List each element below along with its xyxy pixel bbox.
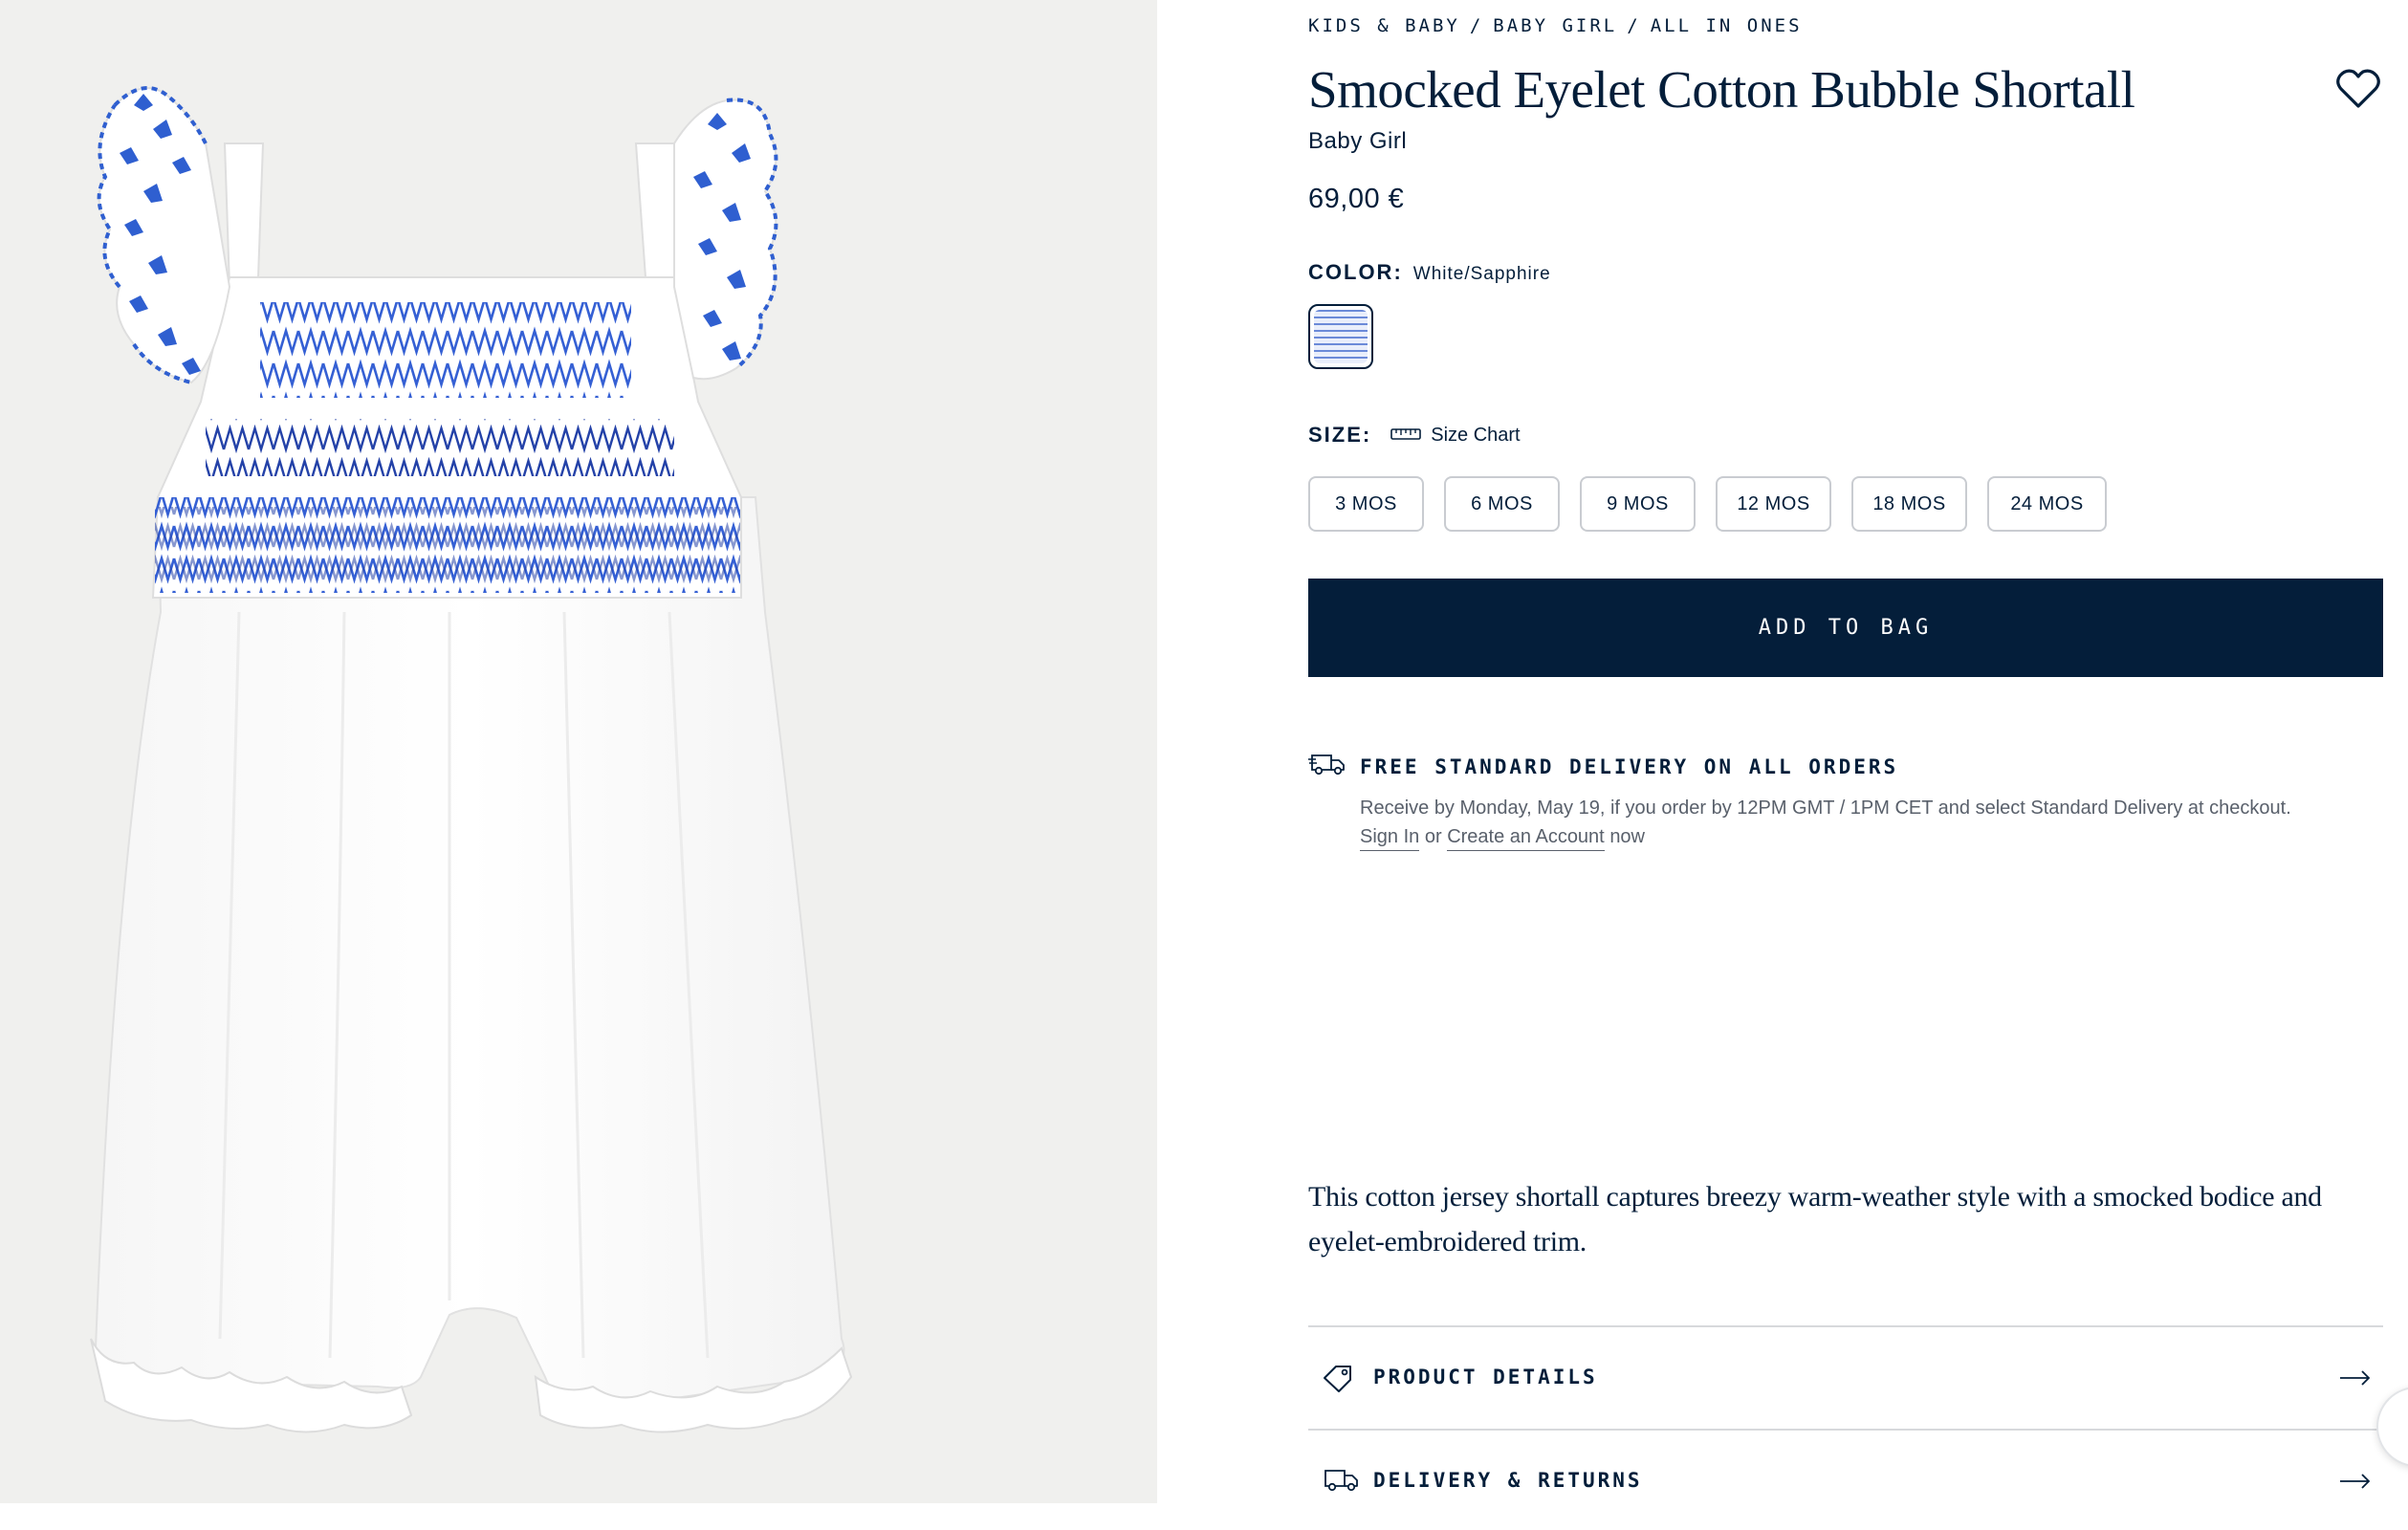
breadcrumb-item-kids-baby[interactable]: KIDS & BABY bbox=[1308, 15, 1460, 36]
size-chart-link[interactable]: Size Chart bbox=[1390, 424, 1521, 447]
size-option-12-mos[interactable]: 12 MOS bbox=[1716, 476, 1831, 532]
accordion-product-details[interactable]: PRODUCT DETAILS bbox=[1308, 1325, 2383, 1427]
tag-icon bbox=[1322, 1364, 1354, 1397]
add-to-bag-button[interactable]: ADD TO BAG bbox=[1308, 579, 2383, 677]
accordion-delivery-returns[interactable]: DELIVERY & RETURNS bbox=[1308, 1429, 2383, 1530]
wishlist-heart-icon[interactable] bbox=[2336, 69, 2380, 109]
breadcrumb: KIDS & BABY / BABY GIRL / ALL IN ONES bbox=[1308, 15, 1803, 36]
create-account-link[interactable]: Create an Account bbox=[1447, 826, 1605, 851]
size-chart-label: Size Chart bbox=[1431, 424, 1521, 446]
arrow-right-icon bbox=[2339, 1473, 2372, 1495]
ruler-icon bbox=[1390, 425, 1422, 447]
product-image[interactable] bbox=[0, 0, 1157, 1503]
breadcrumb-separator: / bbox=[1627, 15, 1641, 36]
delivery-truck-icon bbox=[1322, 1467, 1360, 1498]
color-label: COLOR: bbox=[1308, 260, 1403, 284]
size-selector-header: SIZE: Size Chart bbox=[1308, 423, 1521, 448]
breadcrumb-item-all-in-ones[interactable]: ALL IN ONES bbox=[1651, 15, 1803, 36]
product-info-panel: KIDS & BABY / BABY GIRL / ALL IN ONES Smocke… bbox=[1308, 0, 2384, 1503]
breadcrumb-separator: / bbox=[1469, 15, 1484, 36]
size-option-18-mos[interactable]: 18 MOS bbox=[1851, 476, 1967, 532]
size-label: SIZE: bbox=[1308, 423, 1372, 447]
color-value: White/Sapphire bbox=[1412, 264, 1551, 284]
account-links: Sign In or Create an Account now bbox=[1360, 826, 2383, 851]
delivery-estimate-text: Receive by Monday, May 19, if you order … bbox=[1360, 798, 2291, 819]
swatch-pattern bbox=[1314, 310, 1368, 363]
size-option-6-mos[interactable]: 6 MOS bbox=[1444, 476, 1560, 532]
now-text: now bbox=[1609, 826, 1646, 847]
product-description: This cotton jersey shortall captures bre… bbox=[1308, 1181, 2322, 1257]
color-swatch-white-sapphire[interactable] bbox=[1308, 304, 1373, 369]
product-title: Smocked Eyelet Cotton Bubble Shortall bbox=[1308, 60, 2135, 119]
arrow-right-icon bbox=[2339, 1369, 2372, 1391]
product-price: 69,00 € bbox=[1308, 184, 1405, 214]
color-selector-header: COLOR: White/Sapphire bbox=[1308, 260, 1551, 285]
delivery-title: FREE STANDARD DELIVERY ON ALL ORDERS bbox=[1360, 754, 1899, 778]
product-subtitle: Baby Girl bbox=[1308, 128, 1408, 154]
size-option-3-mos[interactable]: 3 MOS bbox=[1308, 476, 1424, 532]
sign-in-link[interactable]: Sign In bbox=[1360, 826, 1420, 851]
delivery-truck-icon bbox=[1308, 752, 1346, 781]
delivery-header: FREE STANDARD DELIVERY ON ALL ORDERS bbox=[1308, 752, 2383, 781]
or-text: or bbox=[1424, 826, 1442, 847]
accordion-label: DELIVERY & RETURNS bbox=[1373, 1469, 1643, 1492]
breadcrumb-item-baby-girl[interactable]: BABY GIRL bbox=[1493, 15, 1617, 36]
size-option-9-mos[interactable]: 9 MOS bbox=[1580, 476, 1696, 532]
accordion-label: PRODUCT DETAILS bbox=[1373, 1366, 1598, 1388]
shortall-illustration bbox=[90, 86, 853, 1433]
size-options: 3 MOS 6 MOS 9 MOS 12 MOS 18 MOS 24 MOS bbox=[1308, 476, 2107, 532]
size-option-24-mos[interactable]: 24 MOS bbox=[1987, 476, 2107, 532]
delivery-info: FREE STANDARD DELIVERY ON ALL ORDERS Rec… bbox=[1308, 752, 2383, 851]
